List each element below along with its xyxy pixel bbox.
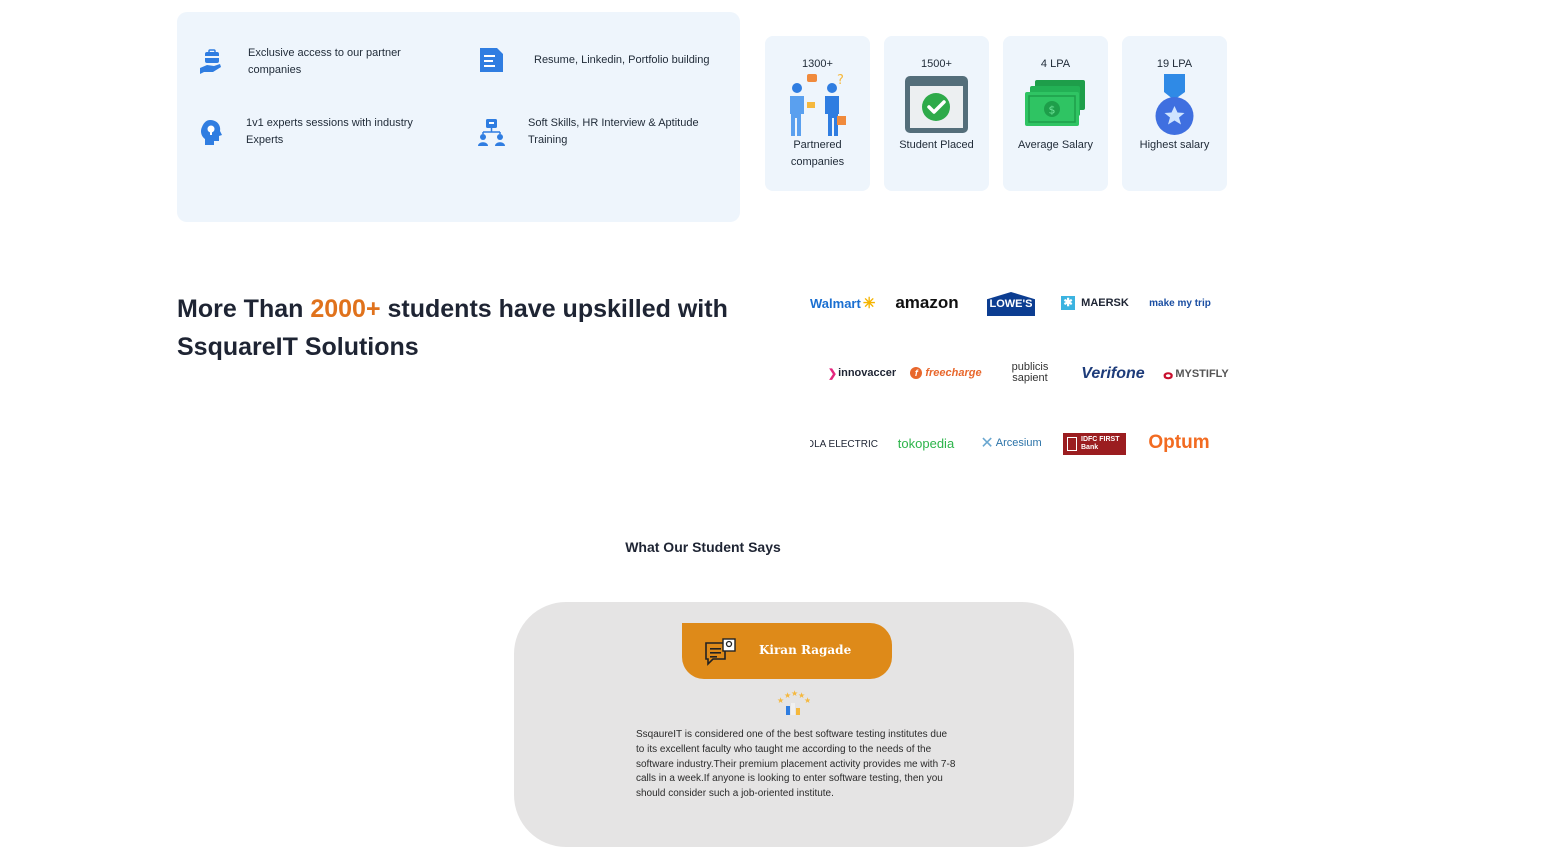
feature-item: Resume, Linkedin, Portfolio building: [476, 45, 734, 75]
logo-ola-electric: OLA ELECTRIC: [810, 438, 878, 450]
stat-label: Student Placed: [899, 139, 974, 151]
stat-label: Average Salary: [1017, 139, 1093, 151]
x-icon: ✕: [980, 435, 994, 452]
leaf-icon: ❯: [827, 367, 838, 380]
stat-label: Highest salary: [1139, 139, 1210, 151]
logo-optum: Optum: [1148, 432, 1210, 453]
spark-icon: ✳: [862, 295, 876, 312]
logo-walmart: Walmart ✳: [810, 295, 876, 312]
head-lightbulb-icon: [196, 117, 226, 147]
logo-verifone: Verifone: [1081, 365, 1145, 382]
document-icon: [476, 45, 506, 75]
rating-stars-icon: ★ ★ ★ ★ ★: [776, 689, 811, 723]
feature-text: Soft Skills, HR Interview & Aptitude Tra…: [528, 117, 699, 146]
feature-text: 1v1 experts sessions with industry Exper…: [246, 117, 413, 146]
star-icon: ✱: [1061, 296, 1076, 310]
stat-value: 19 LPA: [1156, 58, 1193, 70]
logo-maersk: ✱ MAERSK: [1059, 292, 1131, 314]
stat-value: 4 LPA: [1040, 58, 1071, 70]
feature-text: Exclusive access to our partner companie…: [248, 47, 401, 76]
logo-lowes: LOWE'S: [987, 292, 1035, 316]
svg-text:?: ?: [837, 74, 844, 88]
feature-item: Exclusive access to our partner companie…: [196, 45, 438, 79]
logo-freecharge: f freecharge: [910, 362, 982, 384]
logo-makemytrip: make my trip: [1149, 297, 1211, 309]
stat-value: 1500+: [921, 58, 952, 70]
logo-tokopedia: tokopedia: [897, 435, 955, 451]
stat-card-highest: 19 LPA Highest salary: [1122, 36, 1227, 191]
briefcase-hand-icon: [196, 47, 226, 77]
feature-item: 1v1 experts sessions with industry Exper…: [196, 115, 446, 149]
feature-item: Soft Skills, HR Interview & Aptitude Tra…: [476, 115, 728, 149]
feature-text: Resume, Linkedin, Portfolio building: [534, 53, 710, 66]
testimonial-name-tab: Kiran Ragade: [682, 623, 892, 679]
svg-text:$: $: [1049, 104, 1056, 117]
chat-icon: [703, 637, 737, 674]
headline-prefix: More Than: [177, 295, 311, 323]
stat-card-placed: 1500+ Student Placed: [884, 36, 989, 191]
medal-icon: [1142, 74, 1207, 136]
testimonials-heading: What Our Student Says: [625, 539, 781, 555]
handshake-people-icon: ?: [785, 73, 850, 136]
page-headline: More Than 2000+ students have upskilled …: [177, 290, 797, 366]
stat-card-average: 4 LPA $ Average Salary: [1003, 36, 1108, 191]
testimonial-quote: SsqaureIT is considered one of the best …: [636, 729, 956, 800]
knot-icon: ⴰ: [1163, 366, 1174, 383]
logo-innovaccer: ❯ innovaccer: [827, 367, 897, 380]
logo-amazon: amazon: [895, 293, 959, 312]
money-stack-icon: $: [1023, 74, 1088, 136]
box-icon: [1067, 437, 1077, 451]
f-icon: f: [910, 367, 923, 379]
stat-value: 1300+: [802, 58, 833, 70]
stat-card-partnered: 1300+ ? Partnered companies: [765, 36, 870, 191]
headline-highlight: 2000+: [310, 295, 381, 323]
testimonial-name: Kiran Ragade: [759, 643, 852, 657]
logo-mystifly: ⴰ MYSTIFLY: [1163, 366, 1229, 383]
svg-text:★: ★: [804, 696, 810, 705]
stat-label: Partnered companies: [790, 139, 845, 168]
logo-publicis-sapient: publicis sapient: [1011, 361, 1049, 384]
team-hierarchy-icon: [476, 117, 506, 147]
checkmark-window-icon: [904, 74, 969, 136]
logo-arcesium: ✕ Arcesium: [980, 435, 1042, 452]
logo-idfc: IDFC FIRST Bank: [1063, 433, 1126, 455]
